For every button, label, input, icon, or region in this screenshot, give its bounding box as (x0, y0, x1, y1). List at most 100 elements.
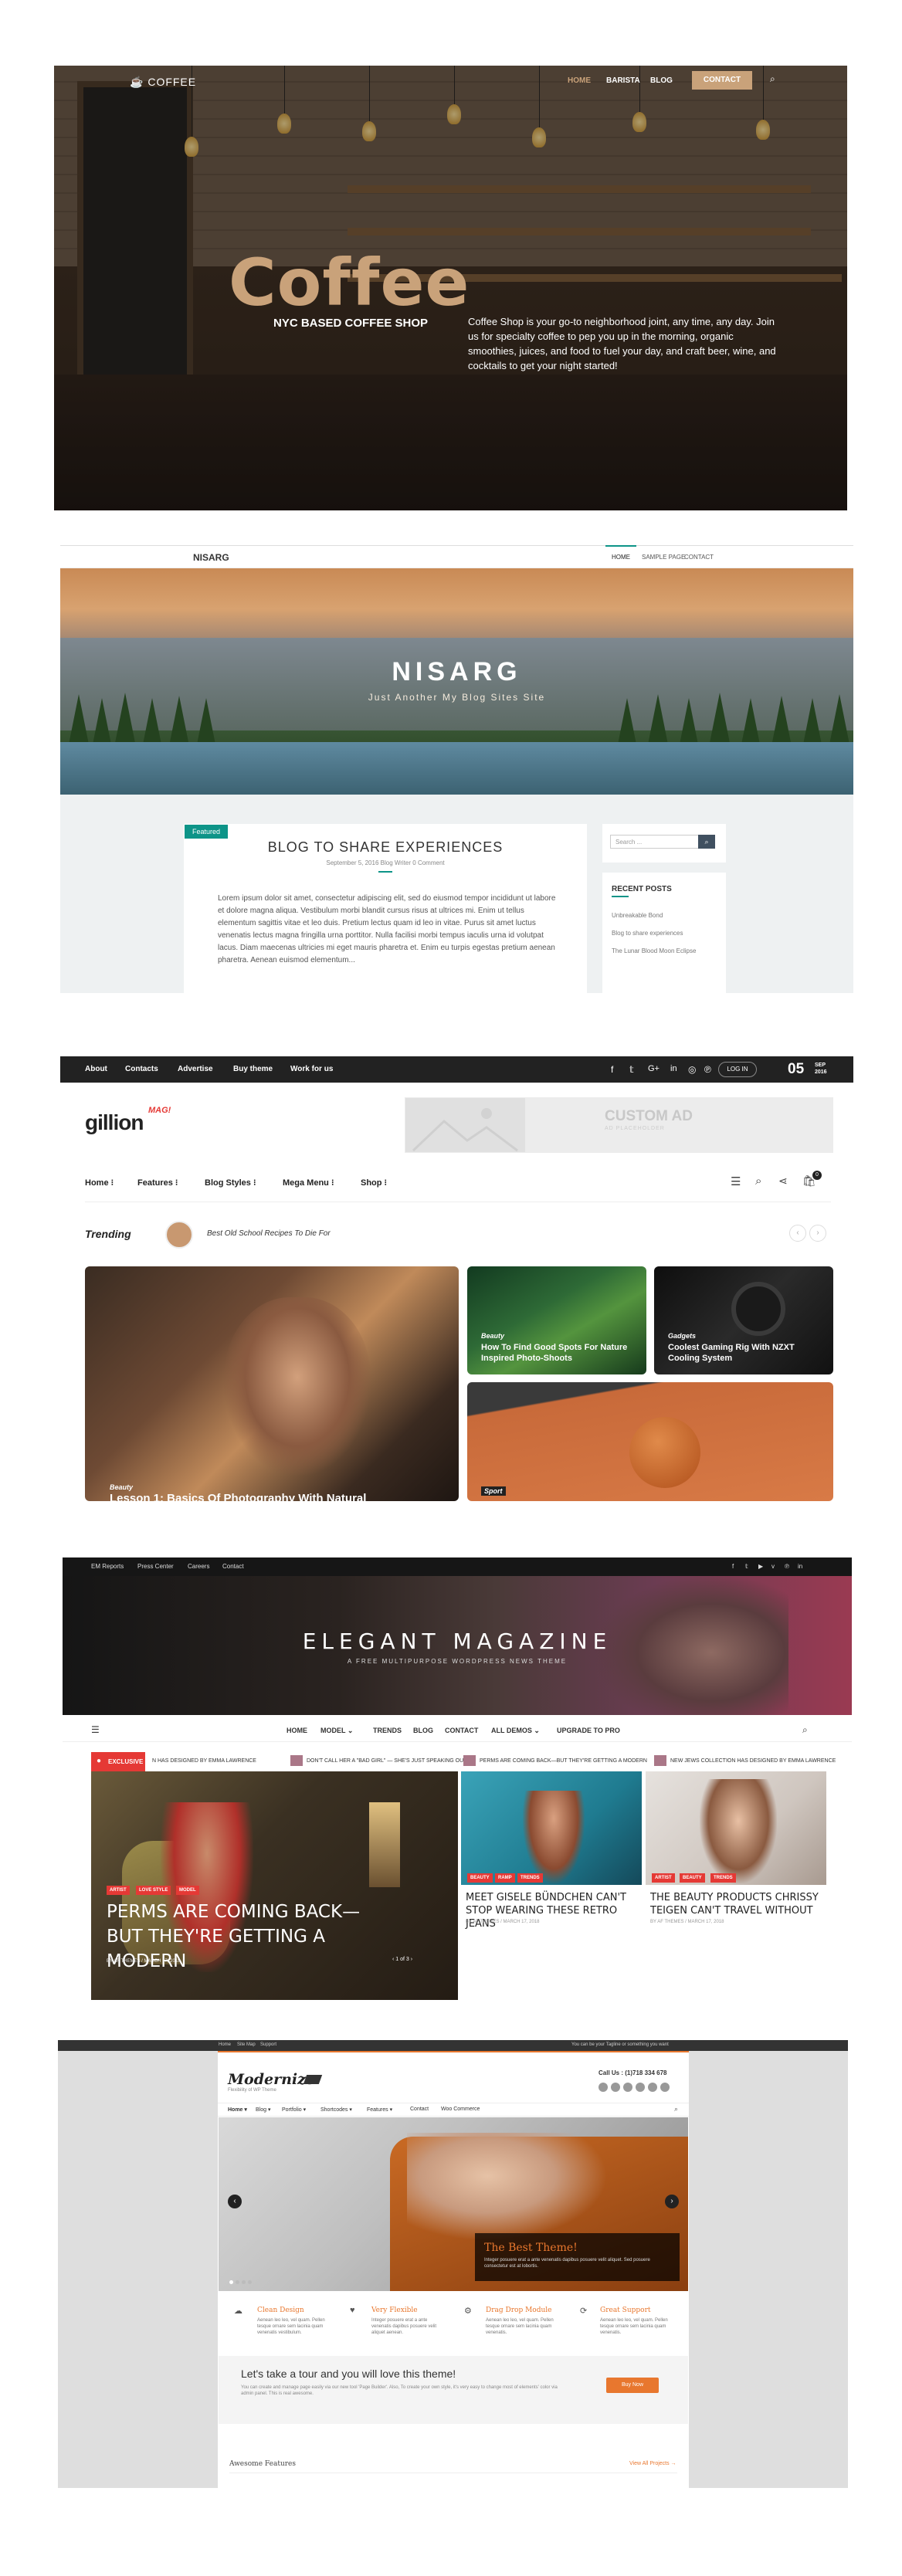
search-input[interactable]: Search ... (610, 835, 701, 849)
menu-mega-menu[interactable]: Mega Menu ⁝ (283, 1178, 334, 1188)
nav-home[interactable]: HOME (612, 554, 630, 561)
slider-dot[interactable] (248, 2280, 252, 2284)
post-title[interactable]: BLOG TO SHARE EXPERIENCES (184, 839, 587, 856)
ticker-item[interactable]: N HAS DESIGNED BY EMMA LAWRENCE (152, 1758, 256, 1764)
contact-button[interactable]: CONTACT (692, 71, 752, 90)
category-tag[interactable]: ARTIST (107, 1886, 130, 1895)
linkedin-icon[interactable]: in (798, 1563, 802, 1570)
search-icon[interactable]: ⌕ (755, 1174, 761, 1188)
nav-shortcodes[interactable]: Shortcodes ▾ (320, 2107, 352, 2113)
topnav-site-map[interactable]: Site Map (237, 2042, 256, 2047)
recent-post-link[interactable]: Blog to share experiences (612, 929, 712, 937)
topnav-buy-theme[interactable]: Buy theme (233, 1065, 273, 1073)
twitter-icon[interactable]: 𝕥 (629, 1064, 634, 1075)
view-all-link[interactable]: View All Projects → (629, 2461, 676, 2466)
login-button[interactable]: LOG IN (718, 1062, 757, 1077)
site-logo[interactable]: ☕ COFFEE (130, 76, 196, 89)
chevron-right-icon[interactable]: › (809, 1225, 826, 1242)
nav-trends[interactable]: TRENDS (373, 1727, 402, 1734)
nav-sample-page[interactable]: SAMPLE PAGE (642, 554, 685, 561)
category-tag[interactable]: BEAUTY (467, 1873, 493, 1883)
topnav-contacts[interactable]: Contacts (125, 1065, 158, 1073)
google-plus-icon[interactable] (636, 2083, 645, 2092)
hamburger-icon[interactable]: ☰ (731, 1174, 741, 1188)
vimeo-icon[interactable]: v (771, 1563, 775, 1570)
category-tag[interactable]: LOVE STYLE (136, 1886, 171, 1895)
featured-article[interactable]: ARTIST LOVE STYLE MODEL PERMS ARE COMING… (91, 1771, 458, 2000)
chevron-right-icon[interactable]: › (665, 2195, 679, 2208)
chevron-left-icon[interactable]: ‹ (228, 2195, 242, 2208)
share-icon[interactable]: ⋖ (778, 1174, 788, 1188)
ticker-item[interactable]: DON'T CALL HER A "BAD GIRL" — SHE'S JUST… (307, 1758, 466, 1764)
category-tag[interactable]: MODEL (176, 1886, 199, 1895)
slider-dot[interactable] (229, 2280, 233, 2284)
chevron-left-icon[interactable]: ‹ (392, 1957, 394, 1962)
topnav-contact[interactable]: Contact (222, 1563, 244, 1570)
twitter-icon[interactable]: 𝕥 (745, 1563, 748, 1570)
rss-icon[interactable] (599, 2083, 608, 2092)
article-title[interactable]: THE BEAUTY PRODUCTS CHRISSY TEIGEN CAN'T… (650, 1891, 822, 1917)
menu-shop[interactable]: Shop ⁝ (361, 1178, 387, 1188)
slider-dot[interactable] (242, 2280, 246, 2284)
linkedin-icon[interactable] (648, 2083, 657, 2092)
article-title[interactable]: MEET GISELE BÜNDCHEN CAN'T STOP WEARING … (466, 1891, 637, 1930)
twitter-icon[interactable] (623, 2083, 632, 2092)
article-thumbnail[interactable]: ARTIST BEAUTY TRENDS (646, 1771, 826, 1885)
buy-now-button[interactable]: Buy Now (606, 2378, 659, 2393)
hamburger-icon[interactable]: ☰ (91, 1724, 100, 1735)
nav-barista[interactable]: BARISTA (606, 76, 640, 85)
category-tag[interactable]: TRENDS (710, 1873, 736, 1883)
nav-model[interactable]: MODEL ⌄ (320, 1727, 353, 1735)
nav-blog[interactable]: BLOG (650, 76, 673, 85)
facebook-icon[interactable]: f (732, 1563, 734, 1570)
topnav-work-for-us[interactable]: Work for us (290, 1065, 333, 1073)
topnav-advertise[interactable]: Advertise (178, 1065, 213, 1073)
article-tile[interactable]: Sport (467, 1382, 833, 1501)
topnav-reports[interactable]: EM Reports (91, 1563, 124, 1570)
search-icon[interactable]: ⌕ (674, 2105, 678, 2113)
menu-features[interactable]: Features ⁝ (137, 1178, 178, 1188)
ticker-item[interactable]: NEW JEWS COLLECTION HAS DESIGNED BY EMMA… (670, 1758, 836, 1764)
category-tag[interactable]: BEAUTY (680, 1873, 705, 1883)
topnav-press[interactable]: Press Center (137, 1563, 174, 1570)
category-tag[interactable]: RAMP (495, 1873, 515, 1883)
nav-features[interactable]: Features ▾ (367, 2107, 392, 2113)
nav-contact[interactable]: CONTACT (684, 554, 714, 561)
topnav-about[interactable]: About (85, 1065, 107, 1073)
category-tag[interactable]: ARTIST (652, 1873, 675, 1883)
search-button[interactable]: ⌕ (698, 835, 715, 849)
search-icon[interactable]: ⌕ (802, 1724, 808, 1736)
nav-home[interactable]: HOME (568, 76, 591, 85)
instagram-icon[interactable]: ◎ (688, 1064, 696, 1075)
pinterest-icon[interactable] (660, 2083, 670, 2092)
site-logo[interactable]: gillion (85, 1110, 144, 1135)
recent-post-link[interactable]: The Lunar Blood Moon Eclipse (612, 947, 697, 955)
nav-home[interactable]: HOME (287, 1727, 307, 1734)
nav-all-demos[interactable]: ALL DEMOS ⌄ (491, 1727, 540, 1735)
slider-pager[interactable]: ‹ 1 of 3 › (392, 1957, 412, 1962)
topnav-home[interactable]: Home (219, 2042, 231, 2047)
chevron-left-icon[interactable]: ‹ (789, 1225, 806, 1242)
menu-blog-styles[interactable]: Blog Styles ⁝ (205, 1178, 256, 1188)
topnav-careers[interactable]: Careers (188, 1563, 209, 1570)
nav-contact[interactable]: CONTACT (445, 1727, 478, 1734)
article-tile[interactable]: Gadgets Coolest Gaming Rig With NZXT Coo… (654, 1266, 833, 1374)
nav-home[interactable]: Home ▾ (228, 2107, 247, 2113)
youtube-icon[interactable]: ▶ (758, 1563, 763, 1570)
facebook-icon[interactable]: f (611, 1064, 613, 1075)
nav-contact[interactable]: Contact (410, 2107, 429, 2112)
site-brand[interactable]: NISARG (193, 552, 229, 563)
recent-post-link[interactable]: Unbreakable Bond (612, 911, 712, 920)
site-logo[interactable]: Modernize (228, 2071, 315, 2088)
linkedin-icon[interactable]: in (670, 1064, 677, 1073)
pinterest-icon[interactable]: ℗ (785, 1563, 789, 1570)
chevron-right-icon[interactable]: › (411, 1957, 412, 1962)
nav-blog[interactable]: Blog ▾ (256, 2107, 270, 2113)
article-tile[interactable]: Beauty How To Find Good Spots For Nature… (467, 1266, 646, 1374)
article-thumbnail[interactable]: BEAUTY RAMP TRENDS (461, 1771, 642, 1885)
article-tile[interactable]: Beauty Lesson 1: Basics Of Photography W… (85, 1266, 459, 1501)
menu-home[interactable]: Home ⁝ (85, 1178, 114, 1188)
google-plus-icon[interactable]: G+ (648, 1064, 660, 1073)
nav-blog[interactable]: BLOG (413, 1727, 433, 1734)
category-tag[interactable]: TRENDS (517, 1873, 543, 1883)
